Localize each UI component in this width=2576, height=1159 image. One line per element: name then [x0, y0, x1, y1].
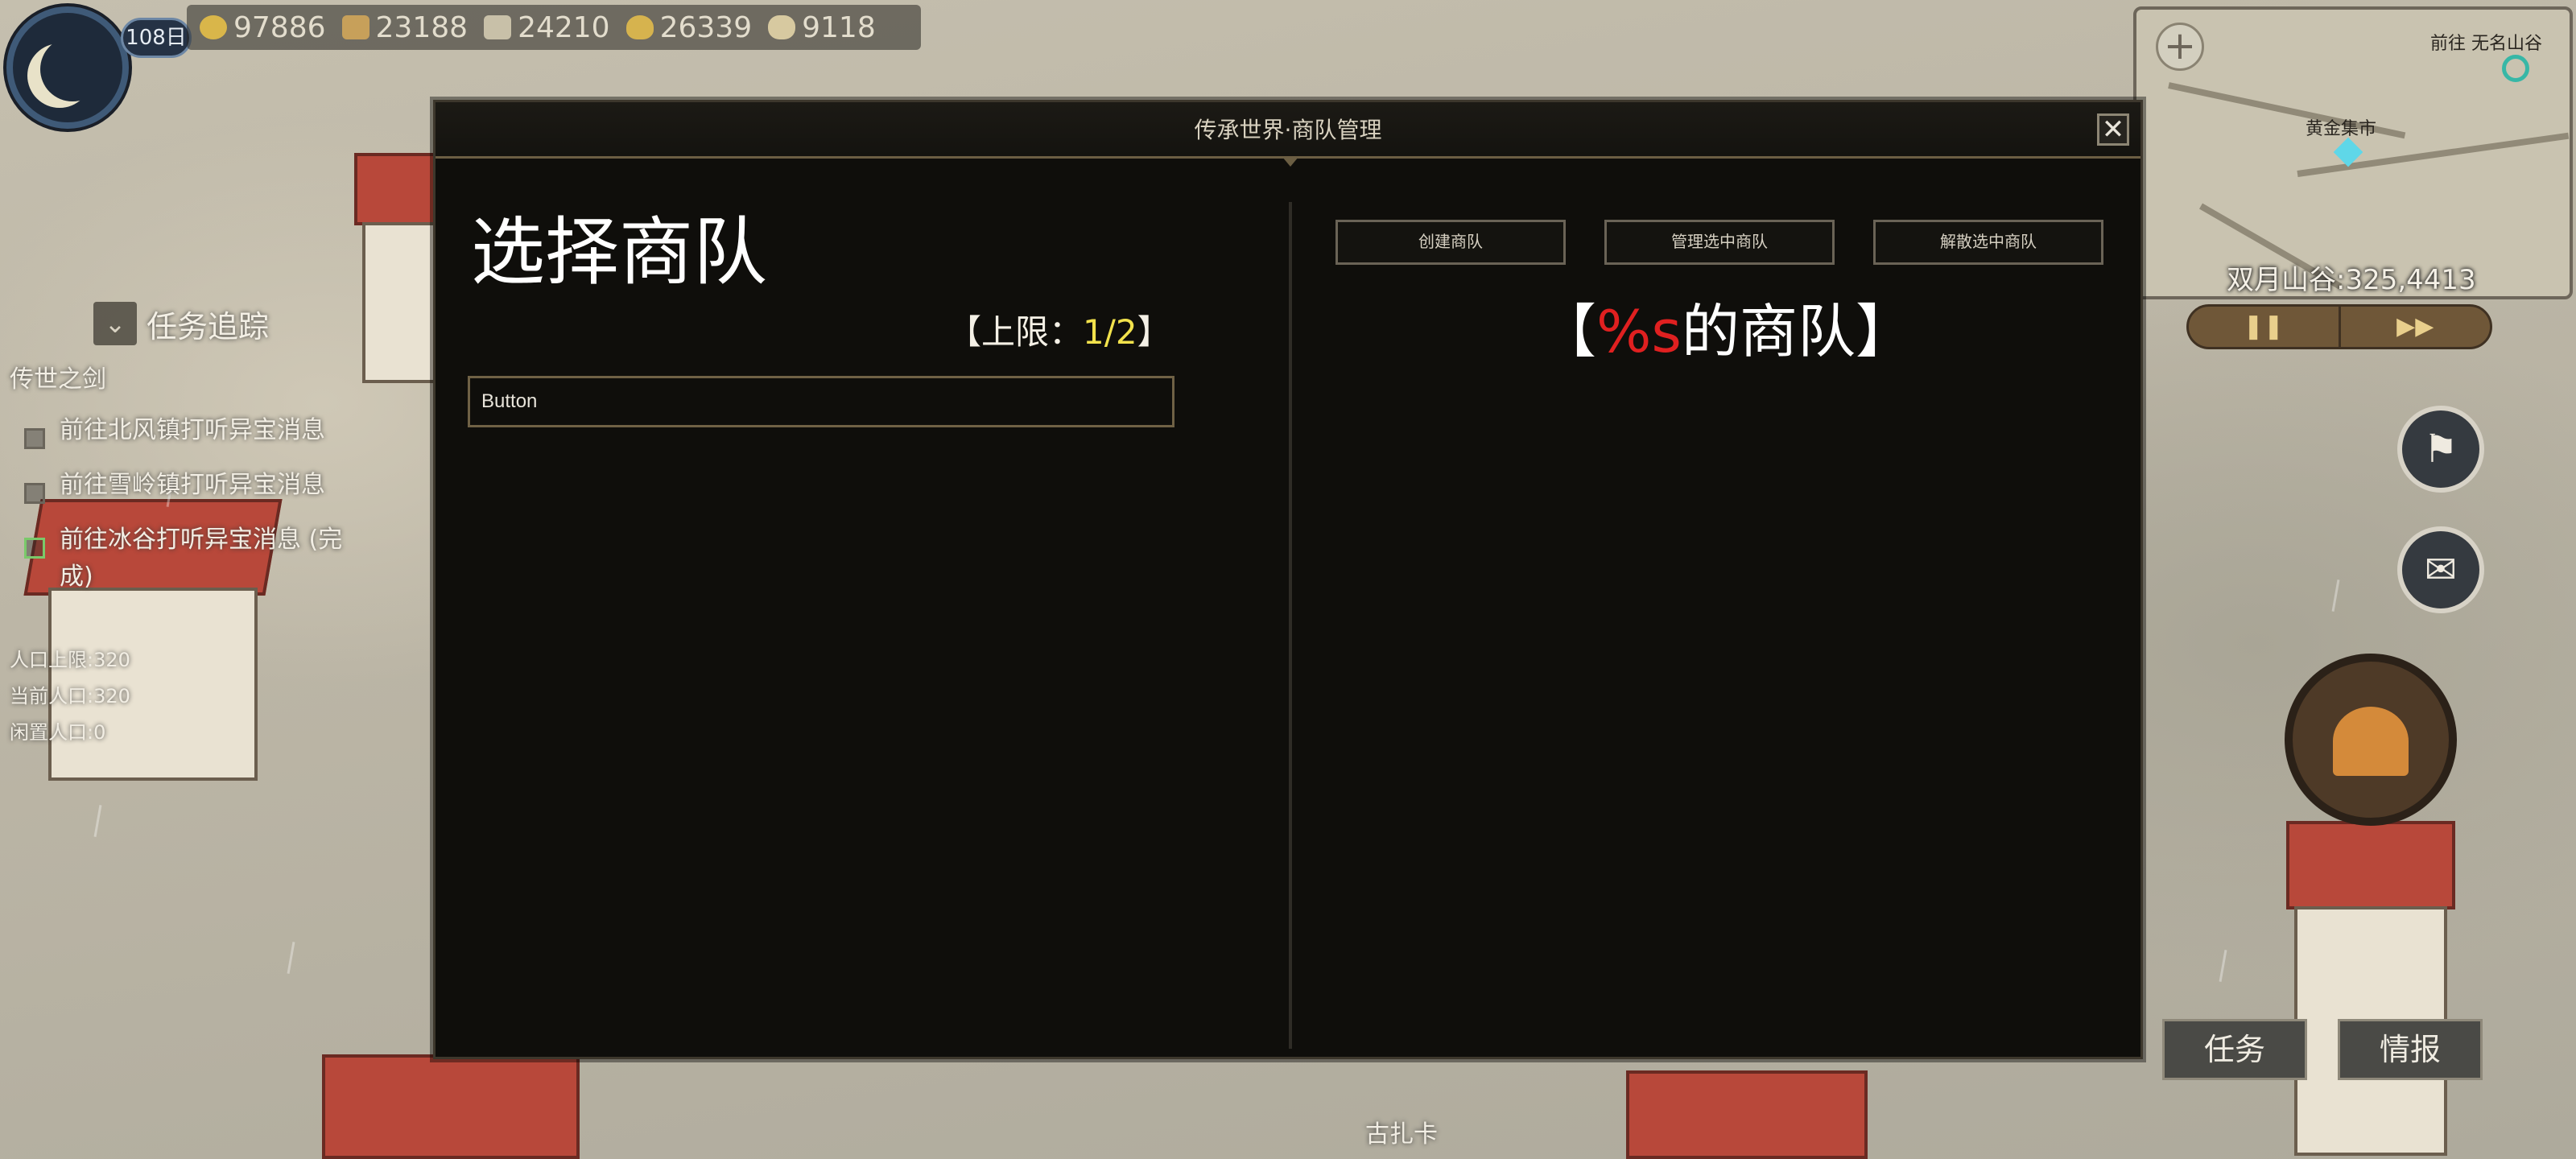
select-caravan-title: 选择商队: [471, 209, 768, 295]
create-caravan-button[interactable]: 创建商队: [1335, 220, 1566, 265]
quest-tracker: ⌄ 任务追踪 传世之剑 前往北风镇打听异宝消息 前往雪岭镇打听异宝消息 前往冰谷…: [10, 299, 431, 744]
close-icon[interactable]: ✕: [2097, 113, 2129, 146]
scroll-button[interactable]: ✉: [2397, 526, 2484, 613]
owner-placeholder: %s: [1596, 298, 1682, 365]
pause-button[interactable]: ❚❚: [2189, 307, 2339, 347]
resource-stone[interactable]: 24210: [479, 8, 615, 47]
rain-streak: [287, 942, 295, 974]
caravan-owner-title: 【%s的商队】: [1538, 284, 1913, 369]
banner-button[interactable]: ⚑: [2397, 406, 2484, 493]
place-label: 古扎卡: [1365, 1120, 1438, 1149]
rain-streak: [2331, 580, 2340, 612]
disband-caravan-button[interactable]: 解散选中商队: [1873, 220, 2103, 265]
resource-wood[interactable]: 23188: [337, 8, 473, 47]
population-idle: 闲置人口:0: [10, 721, 106, 744]
scroll-icon: ✉: [2424, 547, 2458, 592]
population-limit: 人口上限:320: [10, 649, 130, 671]
moon-icon: [40, 37, 105, 101]
resource-scroll[interactable]: 9118: [763, 8, 881, 47]
quest-item[interactable]: 前往雪岭镇打听异宝消息: [10, 467, 431, 504]
manage-caravan-button[interactable]: 管理选中商队: [1604, 220, 1835, 265]
quest-tracker-header[interactable]: ⌄ 任务追踪: [93, 299, 431, 348]
header-ornament: [1282, 157, 1298, 167]
resource-scroll-value: 9118: [802, 10, 876, 44]
camp-button[interactable]: [2285, 654, 2457, 826]
resource-gold[interactable]: 97886: [195, 8, 331, 47]
population-current: 当前人口:320: [10, 685, 130, 707]
rain-streak: [93, 805, 102, 837]
stone-icon: [484, 15, 512, 39]
quest-checkbox[interactable]: [24, 483, 45, 504]
quest-item-text: 前往北风镇打听异宝消息: [60, 416, 325, 444]
resource-food-value: 26339: [659, 10, 753, 44]
limit-suffix: 】: [1137, 312, 1171, 352]
dialog-header: 传承世界·商队管理 ✕: [436, 102, 2140, 159]
player-avatar[interactable]: [6, 6, 129, 129]
caravan-management-dialog: 传承世界·商队管理 ✕ 选择商队 【上限：1/2】 Button 创建商队 管理…: [433, 100, 2143, 1059]
resource-food[interactable]: 26339: [621, 8, 758, 47]
tent-icon: [2333, 707, 2409, 776]
quest-item[interactable]: 前往北风镇打听异宝消息: [10, 412, 431, 449]
fast-forward-button[interactable]: ▶▶: [2338, 307, 2491, 347]
intel-button[interactable]: 情报: [2338, 1019, 2483, 1080]
limit-prefix: 【上限：: [947, 312, 1084, 352]
house-bottom-left: [322, 1054, 580, 1159]
chevron-down-icon[interactable]: ⌄: [93, 302, 137, 345]
quest-item-text: 前往冰谷打听异宝消息 (完成): [60, 526, 343, 591]
plus-icon[interactable]: +: [2156, 23, 2204, 71]
dialog-title: 传承世界·商队管理: [1194, 117, 1382, 143]
title-bracket-open: 【: [1538, 298, 1597, 365]
limit-value: 1/2: [1083, 312, 1137, 352]
banner-icon: ⚑: [2423, 427, 2458, 472]
minimap-market-label: 黄金集市: [2306, 119, 2377, 139]
resource-bar: 97886 23188 24210 26339 9118: [187, 5, 921, 50]
portal-icon: [2502, 55, 2529, 82]
quest-item[interactable]: 前往冰谷打听异宝消息 (完成): [10, 522, 431, 596]
panel-divider: [1289, 202, 1292, 1049]
quest-item-text: 前往雪岭镇打听异宝消息: [60, 471, 325, 499]
resource-stone-value: 24210: [518, 10, 610, 44]
scroll-icon: [768, 15, 796, 39]
resource-gold-value: 97886: [233, 10, 326, 44]
wood-icon: [341, 15, 369, 39]
rain-streak: [2219, 950, 2227, 982]
quest-tracker-title: 任务追踪: [147, 308, 270, 344]
speed-control: ❚❚ ▶▶: [2186, 304, 2492, 349]
quest-chapter: 传世之剑: [10, 365, 106, 394]
day-counter: 108日: [121, 18, 192, 58]
gold-coin-icon: [200, 15, 227, 39]
resource-wood-value: 23188: [375, 10, 469, 44]
minimap-destination: 前往 无名山谷: [2430, 34, 2542, 54]
title-rest: 的商队】: [1681, 298, 1913, 365]
house-right: [2270, 821, 2471, 1159]
quest-checkbox[interactable]: [24, 428, 45, 449]
quest-checkbox-checked[interactable]: [24, 538, 45, 559]
food-icon: [625, 15, 654, 39]
minimap[interactable]: + 前往 无名山谷 黄金集市 双月山谷:325,4413: [2133, 6, 2573, 299]
minimap-coordinates: 双月山谷:325,4413: [2227, 264, 2476, 296]
population-info: 人口上限:320 当前人口:320 闲置人口:0: [10, 644, 431, 744]
caravan-limit: 【上限：1/2】: [947, 305, 1171, 354]
task-button[interactable]: 任务: [2162, 1019, 2307, 1080]
house-bottom-center: [1626, 1070, 1868, 1159]
caravan-list-item[interactable]: Button: [468, 376, 1174, 427]
